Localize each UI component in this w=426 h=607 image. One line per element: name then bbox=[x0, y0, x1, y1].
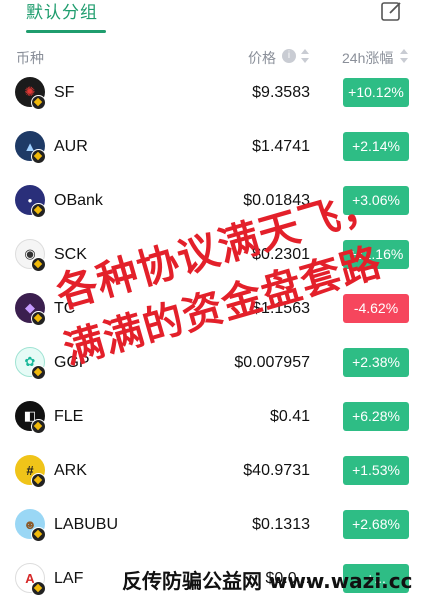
coin-symbol: SF bbox=[54, 84, 75, 101]
change-badge: -4.62% bbox=[343, 294, 409, 323]
coin-price: $0.007957 bbox=[234, 354, 310, 371]
change-badge: +2.14% bbox=[343, 132, 409, 161]
bnb-chain-badge-icon bbox=[31, 527, 46, 542]
bnb-chain-badge-icon bbox=[31, 203, 46, 218]
bnb-chain-badge-icon bbox=[31, 257, 46, 272]
info-icon[interactable]: i bbox=[282, 49, 296, 63]
coin-symbol: OBank bbox=[54, 192, 103, 209]
coin-price: $1.4741 bbox=[252, 138, 310, 155]
coin-price: $9.3583 bbox=[252, 84, 310, 101]
tab-underline bbox=[26, 30, 106, 33]
header-price[interactable]: 价格 bbox=[248, 48, 276, 68]
bnb-chain-badge-icon bbox=[31, 581, 46, 596]
change-badge: +2.38% bbox=[343, 348, 409, 377]
change-badge: +10.12% bbox=[343, 78, 409, 107]
sort-price-icon[interactable] bbox=[300, 47, 310, 65]
bnb-chain-badge-icon bbox=[31, 365, 46, 380]
table-row[interactable]: ✺ SF $9.3583 +10.12% bbox=[0, 67, 426, 121]
table-row[interactable]: ☻ LABUBU $0.1313 +2.68% bbox=[0, 499, 426, 553]
coin-price: $0.41 bbox=[269, 408, 310, 425]
site-watermark: 反传防骗公益网 www.wazi.cc bbox=[122, 569, 413, 593]
table-row[interactable]: # ARK $40.9731 +1.53% bbox=[0, 445, 426, 499]
coin-symbol: FLE bbox=[54, 408, 84, 425]
header-24h-change[interactable]: 24h涨幅 bbox=[342, 48, 393, 68]
edit-icon[interactable] bbox=[380, 0, 404, 22]
header-coin[interactable]: 币种 bbox=[16, 48, 44, 68]
coin-symbol: LAF bbox=[54, 570, 84, 587]
bnb-chain-badge-icon bbox=[31, 95, 46, 110]
change-badge: +1.53% bbox=[343, 456, 409, 485]
change-badge: +6.28% bbox=[343, 402, 409, 431]
coin-symbol: LABUBU bbox=[54, 516, 119, 533]
tab-bar: 默认分组 bbox=[0, 0, 426, 36]
bnb-chain-badge-icon bbox=[31, 311, 46, 326]
bnb-chain-badge-icon bbox=[31, 419, 46, 434]
sort-change-icon[interactable] bbox=[399, 47, 409, 65]
bnb-chain-badge-icon bbox=[31, 149, 46, 164]
change-badge: +2.68% bbox=[343, 510, 409, 539]
coin-symbol: AUR bbox=[54, 138, 88, 155]
table-row[interactable]: ▲ AUR $1.4741 +2.14% bbox=[0, 121, 426, 175]
table-row[interactable]: ◧ FLE $0.41 +6.28% bbox=[0, 391, 426, 445]
tab-default-group[interactable]: 默认分组 bbox=[26, 0, 98, 23]
coin-price: $0.1313 bbox=[252, 516, 310, 533]
coin-symbol: ARK bbox=[54, 462, 87, 479]
list-header: 币种 价格 i 24h涨幅 bbox=[0, 44, 426, 68]
coin-price: $40.9731 bbox=[243, 462, 310, 479]
bnb-chain-badge-icon bbox=[31, 473, 46, 488]
